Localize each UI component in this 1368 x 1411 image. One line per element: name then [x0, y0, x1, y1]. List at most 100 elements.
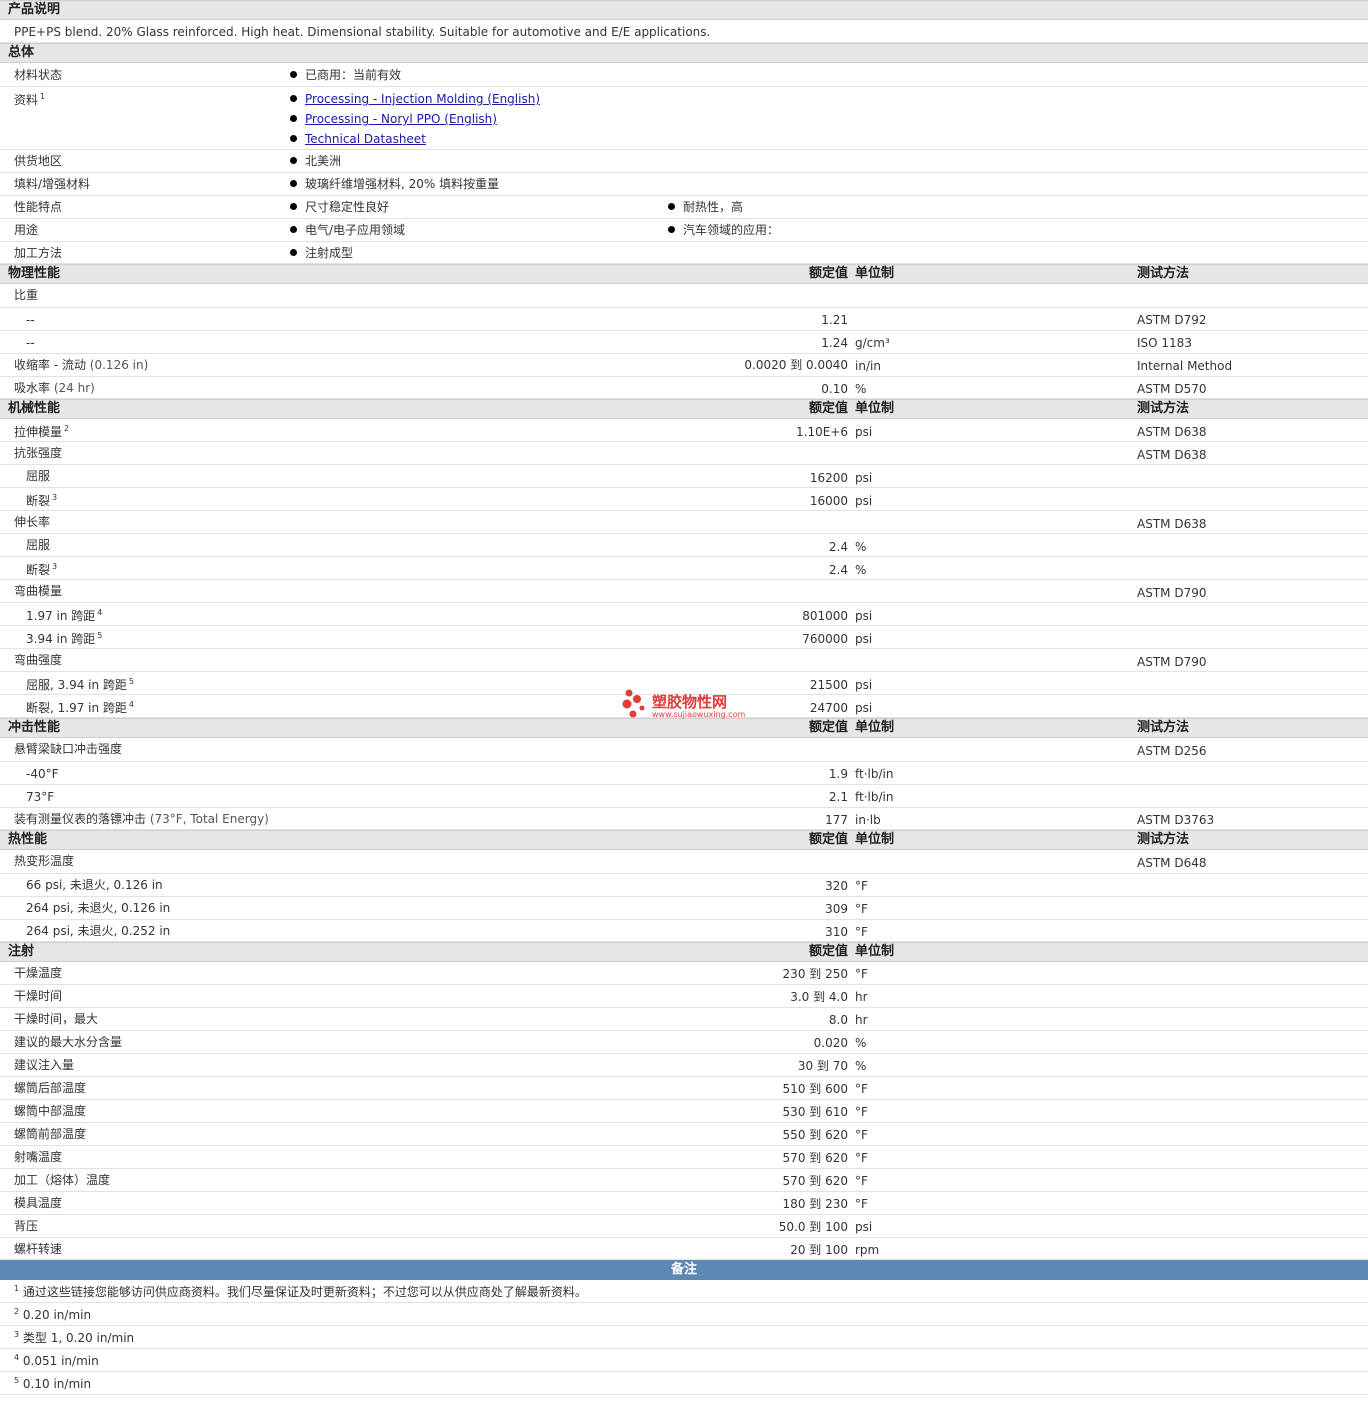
row-test-method: ASTM D256 — [1137, 744, 1207, 758]
row-injection: 螺筒后部温度 510 到 600 °F — [0, 1077, 1368, 1100]
row-label: 屈服, 3.94 in 跨距 5 — [26, 677, 135, 693]
row-label: 填料/增强材料 — [14, 177, 91, 191]
link-technical-datasheet[interactable]: Technical Datasheet — [305, 132, 426, 146]
row-value: 180 到 230 — [782, 1197, 848, 1211]
row-label: 吸水率 (24 hr) — [14, 381, 95, 395]
row-label: 264 psi, 未退火, 0.252 in — [26, 924, 171, 938]
row-value: 1.24 — [821, 336, 848, 350]
row-izod: 悬臂梁缺口冲击强度 ASTM D256 — [0, 738, 1368, 762]
column-header-unit: 单位制 — [855, 944, 895, 959]
row-injection: 螺筒中部温度 530 到 610 °F — [0, 1100, 1368, 1123]
row-unit: °F — [855, 1128, 868, 1142]
row-specific-gravity-1: -- 1.21 ASTM D792 — [0, 308, 1368, 331]
row-value: 570 到 620 — [782, 1174, 848, 1188]
bullet-item: 电气/电子应用领域 — [290, 223, 405, 237]
row-injection: 螺筒前部温度 550 到 620 °F — [0, 1123, 1368, 1146]
row-unit: °F — [855, 967, 868, 981]
link-processing-noryl-ppo[interactable]: Processing - Noryl PPO (English) — [305, 112, 497, 126]
bullet-icon — [290, 203, 297, 210]
bullet-icon — [290, 95, 297, 102]
row-material-status: 材料状态 已商用：当前有效 — [0, 63, 1368, 87]
datasheet: 产品说明 PPE+PS blend. 20% Glass reinforced.… — [0, 0, 1368, 1411]
row-unit: psi — [855, 632, 873, 646]
row-test-method: ASTM D790 — [1137, 655, 1207, 669]
note-item: 2 0.20 in/min — [0, 1303, 1368, 1326]
row-label: 断裂 3 — [26, 493, 58, 509]
row-value: 8.0 — [828, 1013, 848, 1027]
row-injection: 射嘴温度 570 到 620 °F — [0, 1146, 1368, 1169]
bullet-item: 耐热性，高 — [668, 200, 743, 214]
row-flexural-modulus: 弯曲模量 ASTM D790 — [0, 580, 1368, 603]
row-value: 16000 — [809, 494, 848, 508]
row-dtul-1: 66 psi, 未退火, 0.126 in 320 °F — [0, 874, 1368, 897]
row-value: 20 到 100 — [790, 1243, 848, 1257]
row-availability: 供货地区 北美洲 — [0, 150, 1368, 173]
row-label: 性能特点 — [14, 200, 63, 214]
bullet-icon — [290, 226, 297, 233]
row-label: 73°F — [26, 790, 55, 804]
row-label: 66 psi, 未退火, 0.126 in — [26, 878, 163, 892]
section-header-mechanical: 机械性能 额定值 单位制 测试方法 — [0, 399, 1368, 419]
watermark-dots-icon — [622, 689, 645, 718]
watermark-text: 塑胶物性网 — [652, 693, 728, 711]
row-unit: % — [855, 540, 867, 554]
row-shrinkage: 收缩率 - 流动 (0.126 in) 0.0020 到 0.0040 in/i… — [0, 354, 1368, 377]
row-label: 供货地区 — [14, 154, 63, 168]
row-label: 屈服 — [26, 469, 51, 483]
row-label: 建议注入量 — [14, 1058, 75, 1072]
row-label: 螺筒前部温度 — [14, 1127, 87, 1141]
bullet-item: 北美洲 — [290, 154, 341, 168]
bullet-item: Processing - Injection Molding (English) — [290, 92, 540, 106]
row-label: 264 psi, 未退火, 0.126 in — [26, 901, 171, 915]
row-unit: psi — [855, 701, 873, 715]
row-literature: 资料 1 Processing - Injection Molding (Engl… — [0, 87, 1368, 150]
row-unit: in·lb — [855, 813, 881, 827]
row-test-method: ISO 1183 — [1137, 336, 1192, 350]
row-flexural-strength: 弯曲强度 ASTM D790 — [0, 649, 1368, 672]
section-header-product-description: 产品说明 — [0, 0, 1368, 20]
column-header-unit: 单位制 — [855, 832, 895, 847]
row-label: 螺杆转速 — [14, 1242, 63, 1256]
row-value: 320 — [825, 879, 848, 893]
row-test-method: Internal Method — [1137, 359, 1233, 373]
link-processing-injection-molding[interactable]: Processing - Injection Molding (English) — [305, 92, 540, 106]
column-header-test-method: 测试方法 — [1137, 720, 1190, 735]
row-value: 50.0 到 100 — [778, 1220, 848, 1234]
row-dart-impact: 装有测量仪表的落镖冲击 (73°F, Total Energy) 177 in·… — [0, 808, 1368, 830]
row-unit: % — [855, 563, 867, 577]
column-header-value: 额定值 — [808, 266, 848, 281]
row-unit: °F — [855, 1197, 868, 1211]
row-value: 1.10E+6 — [796, 425, 848, 439]
row-dtul-2: 264 psi, 未退火, 0.126 in 309 °F — [0, 897, 1368, 920]
section-header-general: 总体 — [0, 43, 1368, 63]
row-test-method: ASTM D792 — [1137, 313, 1207, 327]
row-label: 干燥时间，最大 — [14, 1012, 99, 1026]
section-header-notes: 备注 — [0, 1260, 1368, 1280]
row-value: 1.21 — [821, 313, 848, 327]
row-injection: 建议的最大水分含量 0.020 % — [0, 1031, 1368, 1054]
row-label: 抗张强度 — [14, 446, 63, 460]
column-header-test-method: 测试方法 — [1137, 401, 1190, 416]
row-value: 570 到 620 — [782, 1151, 848, 1165]
bullet-item: Processing - Noryl PPO (English) — [290, 112, 497, 126]
row-value: 0.10 — [821, 382, 848, 396]
section-title: 备注 — [670, 1262, 697, 1277]
row-label: 收缩率 - 流动 (0.126 in) — [14, 358, 149, 372]
row-label: 干燥时间 — [14, 989, 63, 1003]
row-specific-gravity: 比重 — [0, 284, 1368, 308]
row-value: 0.0020 到 0.0040 — [744, 358, 848, 372]
column-header-value: 额定值 — [808, 832, 848, 847]
row-label: 干燥温度 — [14, 966, 63, 980]
bullet-icon — [668, 226, 675, 233]
row-tensile-yield: 屈服 16200 psi — [0, 465, 1368, 488]
row-value: 310 — [825, 925, 848, 939]
row-unit: psi — [855, 494, 873, 508]
row-label: 弯曲强度 — [14, 653, 63, 667]
row-value: 801000 — [802, 609, 848, 623]
bullet-item: 尺寸稳定性良好 — [290, 200, 389, 214]
row-injection: 加工（熔体）温度 570 到 620 °F — [0, 1169, 1368, 1192]
row-label: -- — [26, 336, 35, 350]
row-label: 1.97 in 跨距 4 — [26, 608, 103, 624]
row-tensile-break: 断裂 3 16000 psi — [0, 488, 1368, 511]
row-izod-1: -40°F 1.9 ft·lb/in — [0, 762, 1368, 785]
